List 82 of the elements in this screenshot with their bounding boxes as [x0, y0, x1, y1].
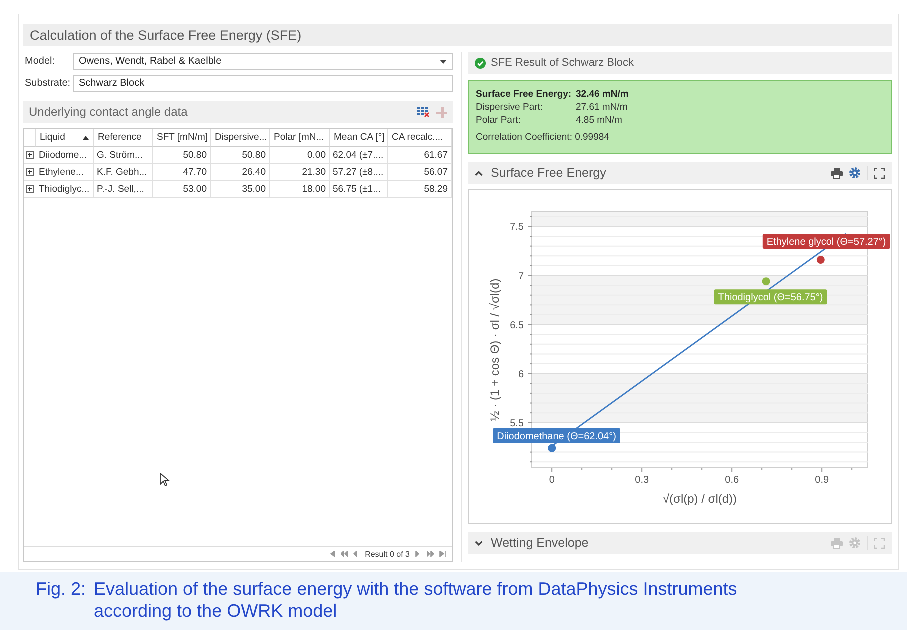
- table-cell: 56.75 (±1...: [330, 181, 388, 198]
- section-header[interactable]: Surface Free Energy: [468, 162, 892, 184]
- column-header[interactable]: Mean CA [°]: [330, 129, 388, 147]
- result-label: Dispersive Part:: [476, 102, 544, 113]
- back-icon[interactable]: [353, 551, 360, 557]
- column-header[interactable]: SFT [mN/m]: [153, 129, 211, 147]
- axis-tick-label: 0.9: [815, 475, 830, 486]
- result-value: 32.46 mN/m: [576, 89, 630, 100]
- section-title: Underlying contact angle data: [29, 105, 188, 119]
- caption-label: Fig. 2:: [36, 578, 88, 601]
- series-label: Ethylene glycol (Θ=57.27°): [766, 237, 886, 248]
- result-label: Surface Free Energy:: [476, 89, 573, 100]
- column-header[interactable]: CA recalc....: [388, 129, 452, 147]
- table-cell: 57.27 (±8....: [330, 164, 388, 181]
- table-cell: P.-J. Sell,...: [94, 181, 153, 198]
- caption-text: Evaluation of the surface energy with the software from DataPhysics Instruments according to the OWRK model: [94, 578, 738, 622]
- axis-tick-label: 5.5: [510, 418, 524, 430]
- data-label: Diiodomethane (Θ=62.04°): [493, 428, 620, 444]
- axis-tick-label: 0: [549, 475, 555, 486]
- axis-title: √(σl(p) / σl(d)): [662, 492, 738, 506]
- table-cell: 21.30: [270, 164, 330, 181]
- table-cell: 50.80: [211, 147, 270, 164]
- result-title: SFE Result of Schwarz Block: [491, 57, 634, 69]
- series-label: Thiodiglycol (Θ=56.75°): [718, 292, 824, 304]
- column-header[interactable]: Dispersive...: [211, 129, 270, 147]
- column-header[interactable]: Liquid: [36, 129, 94, 147]
- forward-icon[interactable]: [415, 551, 422, 557]
- axis-tick-label: 0.3: [635, 475, 650, 486]
- table-cell: G. Ström...: [94, 147, 153, 164]
- table-cell: Thiodiglyc...: [36, 181, 94, 198]
- settings-icon[interactable]: [849, 167, 861, 179]
- data-label: Thiodiglycol (Θ=56.75°): [714, 290, 828, 305]
- axis-tick-label: 6: [518, 369, 524, 380]
- first-page-icon[interactable]: [329, 551, 336, 557]
- plus-box-icon[interactable]: [26, 168, 34, 176]
- axis-title: ½ · (1 + cos Θ) · σl / √σl(d): [488, 278, 502, 422]
- table-cell: 26.40: [211, 164, 270, 181]
- substrate-field[interactable]: Schwarz Block: [73, 75, 453, 92]
- fast-back-icon[interactable]: [341, 551, 348, 557]
- fullscreen-icon[interactable]: [874, 168, 885, 178]
- plus-box-icon[interactable]: [26, 185, 34, 193]
- table-cell: 35.00: [211, 181, 270, 198]
- field-label: Model:: [24, 56, 56, 67]
- caret-icon: [440, 60, 447, 64]
- print-icon[interactable]: [831, 168, 843, 178]
- data-label: Ethylene glycol (Θ=57.27°): [762, 234, 890, 250]
- table-cell: 50.80: [153, 147, 211, 164]
- table-cell: 47.70: [153, 164, 211, 181]
- model-dropdown[interactable]: Owens, Wendt, Rabel & Kaelble: [73, 53, 453, 70]
- axis-tick-label: 6.5: [510, 320, 524, 332]
- axis-tick-label: 7.5: [510, 222, 524, 234]
- correlation-text: Correlation Coefficient: 0.99984: [476, 132, 610, 143]
- pointer-icon: [160, 473, 170, 487]
- field-label: Substrate:: [24, 78, 72, 89]
- chevron-down-icon[interactable]: [475, 540, 483, 546]
- chevron-up-icon[interactable]: [475, 170, 483, 176]
- pager-text: Result 0 of 3: [365, 550, 410, 558]
- table-cell: 18.00: [270, 181, 330, 198]
- column-header[interactable]: Reference: [94, 129, 153, 147]
- table-cell: Ethylene...: [36, 164, 94, 181]
- last-page-icon[interactable]: [439, 551, 446, 557]
- table-cell: 61.67: [388, 147, 452, 164]
- plus-box-icon[interactable]: [26, 151, 34, 159]
- table-cell: K.F. Gebh...: [94, 164, 153, 181]
- axis-tick-label: 0.6: [725, 475, 740, 486]
- result-value: 4.85 mN/m: [576, 115, 624, 126]
- table-cell: 0.00: [270, 147, 330, 164]
- table-cell: Diiodome...: [36, 147, 94, 164]
- table-cell: 53.00: [153, 181, 211, 198]
- section-header[interactable]: Wetting Envelope: [468, 532, 892, 554]
- table-cell: 62.04 (±7....: [330, 147, 388, 164]
- axis-tick-label: 7: [518, 271, 524, 282]
- table-cell: 56.07: [388, 164, 452, 181]
- series-label: Diiodomethane (Θ=62.04°): [497, 431, 616, 442]
- result-value: 27.61 mN/m: [576, 102, 629, 113]
- column-remove-icon[interactable]: [436, 106, 447, 118]
- table-cell: 58.29: [388, 181, 452, 198]
- window-title: Calculation of the Surface Free Energy (SFE): [23, 24, 892, 46]
- column-header[interactable]: Polar [mN...: [270, 129, 330, 147]
- grid-icon[interactable]: [417, 106, 430, 118]
- result-label: Polar Part:: [476, 115, 522, 126]
- fast-forward-icon[interactable]: [427, 551, 434, 557]
